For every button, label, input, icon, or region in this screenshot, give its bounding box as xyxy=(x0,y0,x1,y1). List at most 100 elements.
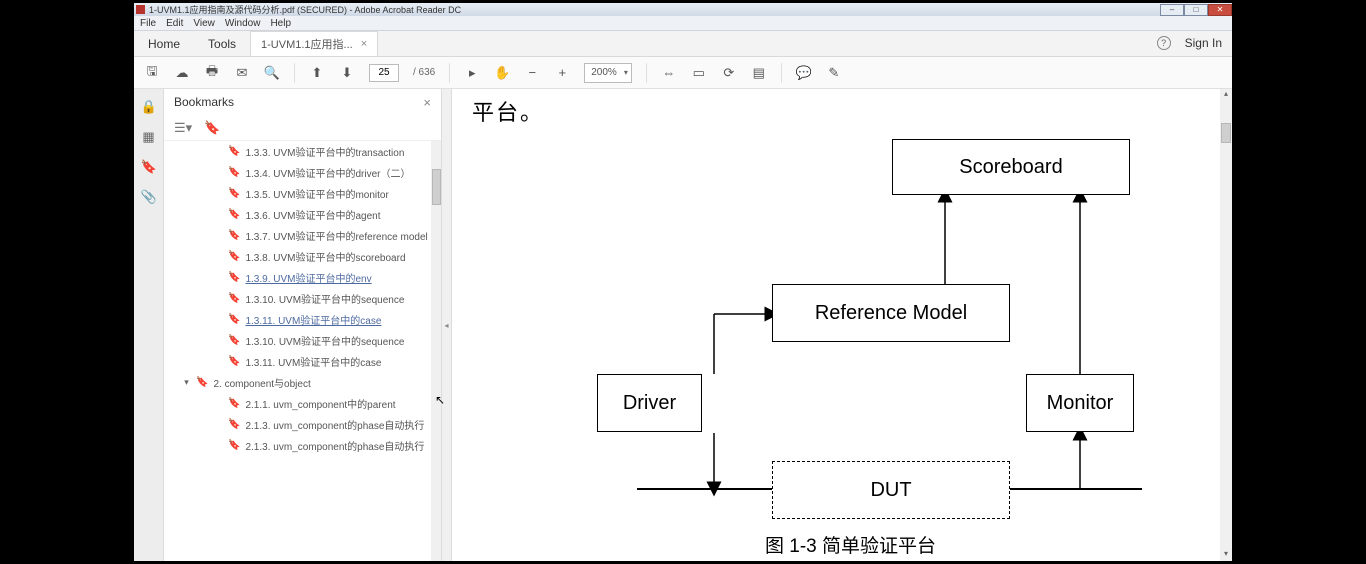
thumbnails-icon[interactable]: ▦ xyxy=(141,129,157,145)
bookmark-item[interactable]: 🔖1.3.11. UVM验证平台中的case xyxy=(164,351,441,372)
tab-close-icon[interactable]: × xyxy=(361,38,367,50)
bookmark-label: 2.1.1. uvm_component中的parent xyxy=(245,396,395,411)
cloud-icon[interactable]: ☁ xyxy=(174,65,190,81)
bookmark-icon: 🔖 xyxy=(196,377,208,388)
workspace: 🔒 ▦ 🔖 📎 Bookmarks × ☰▾ 🔖 🔖 1.3.3. UVM验证平台… xyxy=(134,89,1232,561)
page-down-icon[interactable]: ⬇ xyxy=(339,65,355,81)
node-driver: Driver xyxy=(597,374,702,432)
signin-area: ? Sign In xyxy=(1157,36,1222,50)
separator xyxy=(781,63,782,83)
menubar: File Edit View Window Help xyxy=(134,16,1232,31)
bookmark-item[interactable]: 🔖1.3.9. UVM验证平台中的env xyxy=(164,267,441,288)
scroll-up-icon[interactable]: ▴ xyxy=(1220,89,1232,101)
node-refmodel: Reference Model xyxy=(772,284,1010,342)
maximize-button[interactable]: □ xyxy=(1184,4,1208,16)
document-content: 平台。 xyxy=(452,89,1220,561)
minimize-button[interactable]: – xyxy=(1160,4,1184,16)
bookmark-item[interactable]: 🔖2.1.3. uvm_component的phase自动执行 xyxy=(164,435,441,456)
bookmark-item[interactable]: 🔖 2.1.1. uvm_component中的parent xyxy=(164,393,441,414)
bookmark-label: 1.3.3. UVM验证平台中的transaction xyxy=(245,144,404,159)
new-bookmark-icon[interactable]: 🔖 xyxy=(204,120,220,136)
attachments-icon[interactable]: 📎 xyxy=(141,189,157,205)
read-mode-icon[interactable]: ▤ xyxy=(751,65,767,81)
tab-document[interactable]: 1-UVM1.1应用指... × xyxy=(250,31,378,56)
bookmark-item[interactable]: 🔖1.3.8. UVM验证平台中的scoreboard xyxy=(164,246,441,267)
bookmarks-panel: Bookmarks × ☰▾ 🔖 🔖 1.3.3. UVM验证平台中的transa… xyxy=(164,89,442,561)
fit-width-icon[interactable]: ⇔ xyxy=(661,65,677,81)
bookmarks-list[interactable]: 🔖 1.3.3. UVM验证平台中的transaction 🔖 1.3.4. UVM验… xyxy=(164,141,441,561)
menu-edit[interactable]: Edit xyxy=(166,18,183,29)
help-icon[interactable]: ? xyxy=(1157,36,1171,50)
bookmarks-scroll-thumb[interactable] xyxy=(432,169,441,205)
selection-icon[interactable]: ▸ xyxy=(464,65,480,81)
bookmark-label: 1.3.7. UVM验证平台中的reference model xyxy=(245,228,427,243)
zoom-in-icon[interactable]: + xyxy=(554,65,570,81)
bookmark-label: 1.3.8. UVM验证平台中的scoreboard xyxy=(245,249,405,264)
bookmark-icon: 🔖 xyxy=(228,419,240,430)
window-title: 1-UVM1.1应用指南及源代码分析.pdf (SECURED) - Adobe… xyxy=(149,3,461,16)
zoom-select[interactable]: 200% xyxy=(584,63,632,83)
bookmarks-tools: ☰▾ 🔖 xyxy=(164,115,441,141)
bookmark-item[interactable]: 🔖 1.3.4. UVM验证平台中的driver（二） xyxy=(164,162,441,183)
bookmark-icon: 🔖 xyxy=(228,272,240,283)
bookmark-item[interactable]: 🔖2.1.3. uvm_component的phase自动执行 xyxy=(164,414,441,435)
menu-help[interactable]: Help xyxy=(270,18,291,29)
page-number-input[interactable] xyxy=(369,64,399,82)
hand-icon[interactable]: ✋ xyxy=(494,65,510,81)
options-icon[interactable]: ☰▾ xyxy=(174,120,192,136)
rotate-icon[interactable]: ⟳ xyxy=(721,65,737,81)
highlight-icon[interactable]: ✎ xyxy=(826,65,842,81)
separator xyxy=(294,63,295,83)
bookmark-item[interactable]: ▾🔖2. component与object xyxy=(164,372,441,393)
tab-tools[interactable]: Tools xyxy=(194,31,250,56)
bookmark-icon: 🔖 xyxy=(228,398,240,409)
zoom-out-icon[interactable]: − xyxy=(524,65,540,81)
menu-window[interactable]: Window xyxy=(225,18,261,29)
bookmarks-icon[interactable]: 🔖 xyxy=(141,159,157,175)
bookmark-item[interactable]: 🔖1.3.11. UVM验证平台中的case xyxy=(164,309,441,330)
mail-icon[interactable]: ✉ xyxy=(234,65,250,81)
bookmark-item[interactable]: 🔖1.3.6. UVM验证平台中的agent xyxy=(164,204,441,225)
twisty-icon[interactable]: ▾ xyxy=(182,377,191,388)
tabbar: Home Tools 1-UVM1.1应用指... × ? Sign In xyxy=(134,31,1232,57)
scroll-down-icon[interactable]: ▾ xyxy=(1220,549,1232,561)
pdf-icon xyxy=(136,5,145,14)
bookmark-icon: 🔖 xyxy=(228,293,240,304)
bookmark-icon: 🔖 xyxy=(228,167,240,178)
bookmark-item[interactable]: 🔖1.3.10. UVM验证平台中的sequence xyxy=(164,288,441,309)
close-panel-icon[interactable]: × xyxy=(423,95,431,110)
print-icon[interactable]: 🖶 xyxy=(204,65,220,81)
fit-page-icon[interactable]: ▭ xyxy=(691,65,707,81)
node-monitor: Monitor xyxy=(1026,374,1134,432)
separator xyxy=(449,63,450,83)
menu-file[interactable]: File xyxy=(140,18,156,29)
page-total: / 636 xyxy=(413,67,435,78)
bookmark-label: 1.3.5. UVM验证平台中的monitor xyxy=(245,186,388,201)
bookmark-item[interactable]: 🔖 1.3.7. UVM验证平台中的reference model xyxy=(164,225,441,246)
panel-collapse-handle[interactable]: ◂ xyxy=(442,89,452,561)
bookmark-label: 1.3.4. UVM验证平台中的driver（二） xyxy=(245,165,410,180)
tab-home[interactable]: Home xyxy=(134,31,194,56)
page-view[interactable]: 平台。 xyxy=(452,89,1232,561)
bookmark-item[interactable]: 🔖 1.3.3. UVM验证平台中的transaction xyxy=(164,141,441,162)
menu-view[interactable]: View xyxy=(193,18,215,29)
bookmark-item[interactable]: 🔖1.3.10. UVM验证平台中的sequence xyxy=(164,330,441,351)
bookmark-label: 2.1.3. uvm_component的phase自动执行 xyxy=(245,438,424,453)
titlebar: 1-UVM1.1应用指南及源代码分析.pdf (SECURED) - Adobe… xyxy=(134,3,1232,16)
acrobat-window: 1-UVM1.1应用指南及源代码分析.pdf (SECURED) - Adobe… xyxy=(134,3,1232,561)
bookmarks-header: Bookmarks × xyxy=(164,89,441,115)
search-icon[interactable]: 🔍 xyxy=(264,65,280,81)
page-up-icon[interactable]: ⬆ xyxy=(309,65,325,81)
bookmark-icon: 🔖 xyxy=(228,230,240,241)
close-button[interactable]: ✕ xyxy=(1208,4,1232,16)
signin-link[interactable]: Sign In xyxy=(1185,36,1222,50)
lock-icon[interactable]: 🔒 xyxy=(141,99,157,115)
comment-icon[interactable]: 💬 xyxy=(796,65,812,81)
bookmark-label: 1.3.6. UVM验证平台中的agent xyxy=(245,207,380,222)
page-scroll-thumb[interactable] xyxy=(1221,123,1231,143)
bookmark-item[interactable]: 🔖1.3.5. UVM验证平台中的monitor xyxy=(164,183,441,204)
page-scrollbar[interactable]: ▴ ▾ xyxy=(1220,89,1232,561)
bookmark-icon: 🔖 xyxy=(228,146,240,157)
node-dut: DUT xyxy=(772,461,1010,519)
save-icon[interactable]: 🖫 xyxy=(144,65,160,81)
